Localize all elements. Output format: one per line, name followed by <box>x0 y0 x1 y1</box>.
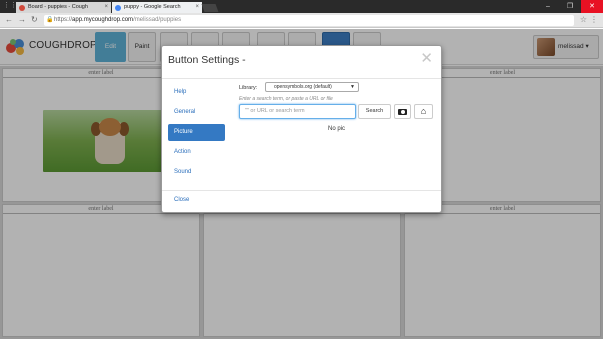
library-select[interactable]: opensymbols.org (default) ▼ <box>265 82 359 92</box>
minimize-icon[interactable]: – <box>537 0 559 13</box>
url-path: /melissad/puppies <box>133 17 182 23</box>
divider <box>162 190 441 191</box>
lock-icon: 🔒 <box>46 17 54 23</box>
draw-icon: ⌂ <box>420 106 427 116</box>
library-value: opensymbols.org (default) <box>274 84 332 90</box>
close-tab-icon[interactable]: × <box>104 2 108 13</box>
browser-menu-icon[interactable]: ⋮ <box>590 15 598 24</box>
close-icon[interactable]: ✕ <box>420 49 433 67</box>
tab-general[interactable]: General <box>168 104 225 121</box>
search-input[interactable]: "" or URL or search term <box>239 104 356 119</box>
apps-icon[interactable]: ⋮⋮ <box>3 1 17 9</box>
tab-picture[interactable]: Picture <box>168 124 225 141</box>
new-tab-button[interactable] <box>201 4 219 12</box>
browser-tab-strip: ⋮⋮ Board - puppies - Cough × puppy - Goo… <box>0 0 603 13</box>
no-pic-text: No pic <box>328 126 346 132</box>
tab-sound[interactable]: Sound <box>168 164 225 181</box>
back-icon[interactable]: ← <box>5 15 13 24</box>
search-hint: Enter a search term, or paste a URL or f… <box>239 96 333 102</box>
tab-title: Board - puppies - Cough <box>28 4 88 10</box>
url-scheme: https:// <box>54 17 73 23</box>
reload-icon[interactable]: ↻ <box>31 15 38 24</box>
url-host: app.mycoughdrop.com <box>72 17 134 23</box>
modal-title: Button Settings - <box>168 54 246 66</box>
close-link[interactable]: Close <box>174 197 189 203</box>
address-bar[interactable]: 🔒 https://app.mycoughdrop.com/melissad/p… <box>44 15 574 26</box>
forward-icon[interactable]: → <box>18 15 26 24</box>
tab-action[interactable]: Action <box>168 144 225 161</box>
divider <box>162 78 441 79</box>
library-label: Library: <box>239 85 258 91</box>
window-close-icon[interactable]: ✕ <box>581 0 603 13</box>
draw-button[interactable]: ⌂ <box>414 104 433 119</box>
restore-icon[interactable]: ❐ <box>559 0 581 13</box>
settings-nav: Help General Picture Action Sound <box>168 84 225 184</box>
google-favicon-icon <box>115 4 121 11</box>
coughdrop-favicon-icon <box>19 4 25 11</box>
tab-title: puppy - Google Search <box>124 4 181 10</box>
camera-button[interactable] <box>394 104 411 119</box>
browser-tab-google[interactable]: puppy - Google Search × <box>112 2 202 13</box>
button-settings-modal: Button Settings - ✕ Help General Picture… <box>161 45 442 213</box>
browser-tab-board[interactable]: Board - puppies - Cough × <box>16 2 111 13</box>
dropdown-caret-icon: ▼ <box>350 84 355 90</box>
bookmark-star-icon[interactable]: ☆ <box>580 15 587 24</box>
tab-help[interactable]: Help <box>168 84 225 101</box>
search-button[interactable]: Search <box>358 104 391 119</box>
camera-lens <box>400 110 405 114</box>
close-tab-icon[interactable]: × <box>195 2 199 13</box>
browser-toolbar: ← → ↻ 🔒 https://app.mycoughdrop.com/meli… <box>0 13 603 28</box>
